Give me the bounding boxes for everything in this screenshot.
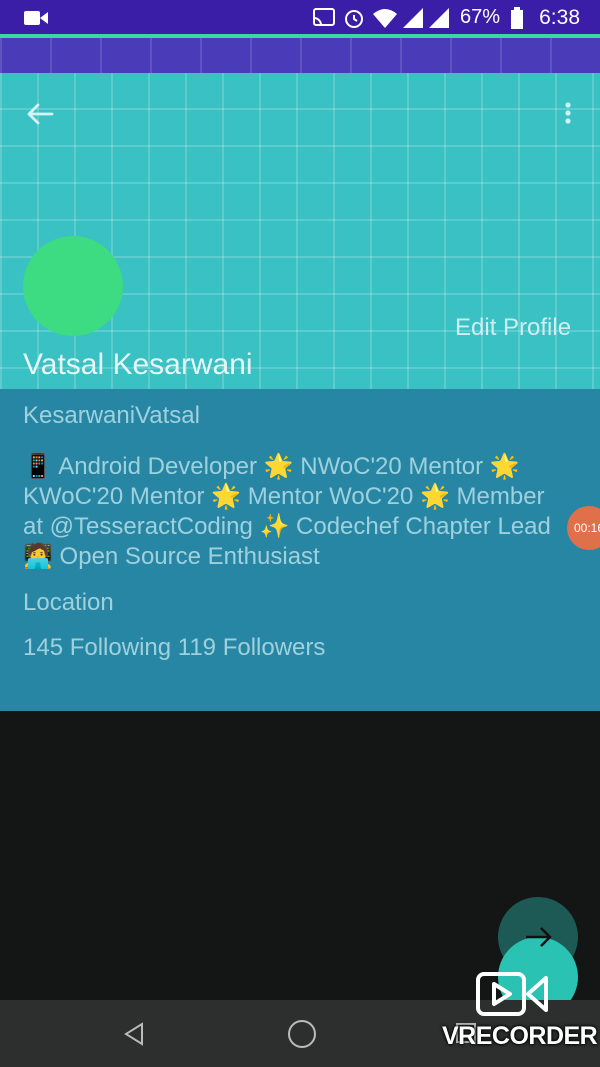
cast-icon <box>313 8 335 26</box>
status-underlay <box>0 38 600 73</box>
profile-bio: 📱 Android Developer 🌟 NWoC'20 Mentor 🌟 K… <box>23 452 583 572</box>
battery-percent: 67% <box>459 6 500 28</box>
alarm-icon <box>345 10 363 28</box>
wifi-icon <box>373 9 397 28</box>
arrow-back-icon[interactable] <box>24 100 56 128</box>
status-bar: 67% 6:38 <box>0 0 600 36</box>
follow-counts[interactable]: 145 Following 119 Followers <box>23 634 325 662</box>
profile-name: Vatsal Kesarwani <box>23 348 253 381</box>
profile-location: Location <box>23 589 114 616</box>
clock: 6:38 <box>539 6 580 29</box>
avatar[interactable] <box>23 236 123 336</box>
battery-icon <box>511 7 523 29</box>
signal-icon <box>403 8 449 28</box>
bio-line: KWoC'20 Mentor 🌟 Mentor WoC'20 🌟 Member <box>23 483 545 510</box>
edit-profile-button[interactable]: Edit Profile <box>455 314 571 342</box>
more-vert-icon[interactable] <box>560 100 576 128</box>
video-camera-icon <box>24 11 48 25</box>
bio-line: 📱 Android Developer 🌟 NWoC'20 Mentor 🌟 <box>23 453 520 480</box>
nav-home-icon[interactable] <box>288 1020 316 1048</box>
recorder-watermark-text: VRECORDER <box>442 1022 598 1050</box>
bio-line: 🧑‍💻 Open Source Enthusiast <box>23 543 320 570</box>
profile-username: KesarwaniVatsal <box>23 402 200 429</box>
bio-line: at @TesseractCoding ✨ Codechef Chapter L… <box>23 513 551 540</box>
arrow-forward-icon <box>526 927 552 947</box>
recorder-logo-icon <box>476 972 548 1016</box>
nav-back-icon[interactable] <box>120 1018 148 1050</box>
